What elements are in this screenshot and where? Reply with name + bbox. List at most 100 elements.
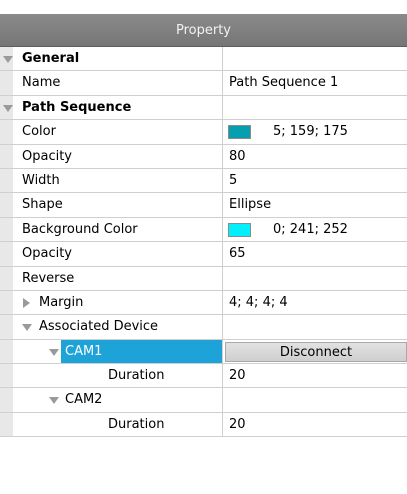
property-value[interactable]: 5; 159; 175 bbox=[273, 120, 348, 144]
property-label: CAM1 bbox=[65, 343, 103, 359]
color-swatch[interactable] bbox=[228, 125, 251, 140]
category-label: Path Sequence bbox=[22, 99, 132, 115]
name-cell: Opacity bbox=[13, 242, 223, 267]
name-cell: Duration bbox=[13, 412, 223, 438]
gutter bbox=[0, 364, 13, 389]
value-cell[interactable]: 80 bbox=[223, 145, 407, 169]
gutter bbox=[0, 242, 13, 267]
property-row-shape[interactable]: Shape Ellipse bbox=[0, 193, 407, 218]
row-divider bbox=[0, 436, 407, 438]
gutter bbox=[0, 193, 13, 218]
property-label: Name bbox=[22, 75, 61, 91]
property-label: Color bbox=[22, 124, 56, 140]
gutter bbox=[0, 315, 13, 340]
top-strip bbox=[0, 0, 407, 14]
property-row-associated-device[interactable]: Associated Device bbox=[0, 315, 407, 340]
color-swatch[interactable] bbox=[228, 222, 251, 237]
property-row-background-color[interactable]: Background Color 0; 241; 252 bbox=[0, 217, 407, 243]
name-cell: Associated Device bbox=[13, 315, 223, 340]
gutter bbox=[0, 144, 13, 169]
name-cell: Shape bbox=[13, 193, 223, 218]
expand-triangle-icon[interactable] bbox=[23, 297, 30, 308]
value-cell[interactable] bbox=[223, 267, 407, 291]
gutter bbox=[0, 412, 13, 438]
selection-highlight[interactable]: CAM1 bbox=[61, 339, 222, 365]
value-cell[interactable]: 0; 241; 252 bbox=[223, 218, 407, 242]
value-cell[interactable]: Ellipse bbox=[223, 193, 407, 217]
property-row-cam2[interactable]: CAM2 bbox=[0, 388, 407, 413]
property-value[interactable]: 4; 4; 4; 4 bbox=[229, 291, 288, 315]
value-cell[interactable]: 5 bbox=[223, 169, 407, 193]
gutter bbox=[0, 168, 13, 194]
property-label: Shape bbox=[22, 197, 63, 213]
property-value[interactable]: Ellipse bbox=[229, 193, 271, 217]
panel-header: Property bbox=[0, 14, 407, 47]
value-cell[interactable]: 65 bbox=[223, 242, 407, 266]
value-cell[interactable]: 5; 159; 175 bbox=[223, 120, 407, 144]
name-cell: Duration bbox=[13, 364, 223, 389]
gutter bbox=[0, 71, 13, 96]
property-label: Background Color bbox=[22, 221, 138, 237]
value-cell bbox=[223, 388, 407, 412]
property-value[interactable]: 65 bbox=[229, 242, 246, 266]
property-row-cam1-duration[interactable]: Duration 20 bbox=[0, 364, 407, 389]
property-row-reverse[interactable]: Reverse bbox=[0, 266, 407, 291]
name-cell: Name bbox=[13, 71, 223, 96]
expand-triangle-icon[interactable] bbox=[3, 56, 13, 63]
gutter bbox=[0, 388, 13, 413]
property-label: Opacity bbox=[22, 148, 73, 164]
property-label: Duration bbox=[108, 416, 165, 432]
name-cell: General bbox=[13, 47, 223, 72]
property-value[interactable]: Path Sequence 1 bbox=[229, 71, 338, 95]
property-label: Width bbox=[22, 172, 60, 188]
value-cell[interactable]: 20 bbox=[223, 413, 407, 437]
property-row-margin[interactable]: Margin 4; 4; 4; 4 bbox=[0, 290, 407, 316]
property-value[interactable]: 80 bbox=[229, 145, 246, 169]
name-cell: Path Sequence bbox=[13, 95, 223, 121]
expand-triangle-icon[interactable] bbox=[3, 104, 13, 112]
value-cell bbox=[223, 96, 407, 120]
property-row-color[interactable]: Color 5; 159; 175 bbox=[0, 120, 407, 145]
property-panel: Property General Name Path Sequence 1 Pa… bbox=[0, 0, 407, 494]
name-cell: Background Color bbox=[13, 217, 223, 243]
property-value[interactable]: 5 bbox=[229, 169, 237, 193]
property-row-name[interactable]: Name Path Sequence 1 bbox=[0, 71, 407, 96]
property-value[interactable]: 0; 241; 252 bbox=[273, 218, 348, 242]
property-value[interactable]: 20 bbox=[229, 413, 246, 437]
property-label: CAM2 bbox=[65, 392, 103, 408]
gutter bbox=[0, 290, 13, 316]
gutter bbox=[0, 266, 13, 291]
category-path-sequence[interactable]: Path Sequence bbox=[0, 95, 407, 121]
name-cell: Opacity bbox=[13, 144, 223, 169]
property-row-opacity[interactable]: Opacity 80 bbox=[0, 144, 407, 169]
property-label: Reverse bbox=[22, 270, 75, 286]
property-row-background-opacity[interactable]: Opacity 65 bbox=[0, 242, 407, 267]
value-cell bbox=[223, 47, 407, 71]
property-row-width[interactable]: Width 5 bbox=[0, 168, 407, 194]
property-value[interactable]: 20 bbox=[229, 364, 246, 388]
name-cell: Color bbox=[13, 120, 223, 145]
gutter bbox=[0, 120, 13, 145]
collapse-triangle-icon[interactable] bbox=[22, 324, 32, 332]
value-cell[interactable]: 20 bbox=[223, 364, 407, 388]
disconnect-button[interactable]: Disconnect bbox=[225, 341, 407, 363]
property-row-cam2-duration[interactable]: Duration 20 bbox=[0, 412, 407, 438]
name-cell: Reverse bbox=[13, 266, 223, 291]
property-row-cam1[interactable]: CAM1 Disconnect bbox=[0, 339, 407, 365]
gutter bbox=[0, 217, 13, 243]
value-cell bbox=[223, 315, 407, 339]
gutter bbox=[0, 339, 13, 365]
value-cell: Disconnect bbox=[223, 340, 407, 364]
category-label: General bbox=[22, 51, 80, 66]
name-cell: Margin bbox=[13, 290, 223, 316]
collapse-triangle-icon[interactable] bbox=[49, 397, 59, 405]
collapse-triangle-icon[interactable] bbox=[49, 348, 59, 356]
value-cell[interactable]: Path Sequence 1 bbox=[223, 71, 407, 95]
value-cell[interactable]: 4; 4; 4; 4 bbox=[223, 291, 407, 315]
property-label: Opacity bbox=[22, 246, 73, 262]
name-cell: CAM2 bbox=[13, 388, 223, 413]
property-label: Margin bbox=[39, 294, 84, 310]
category-general[interactable]: General bbox=[0, 47, 407, 72]
property-label: Duration bbox=[108, 368, 165, 384]
property-grid: General Name Path Sequence 1 Path Sequen… bbox=[0, 47, 407, 438]
